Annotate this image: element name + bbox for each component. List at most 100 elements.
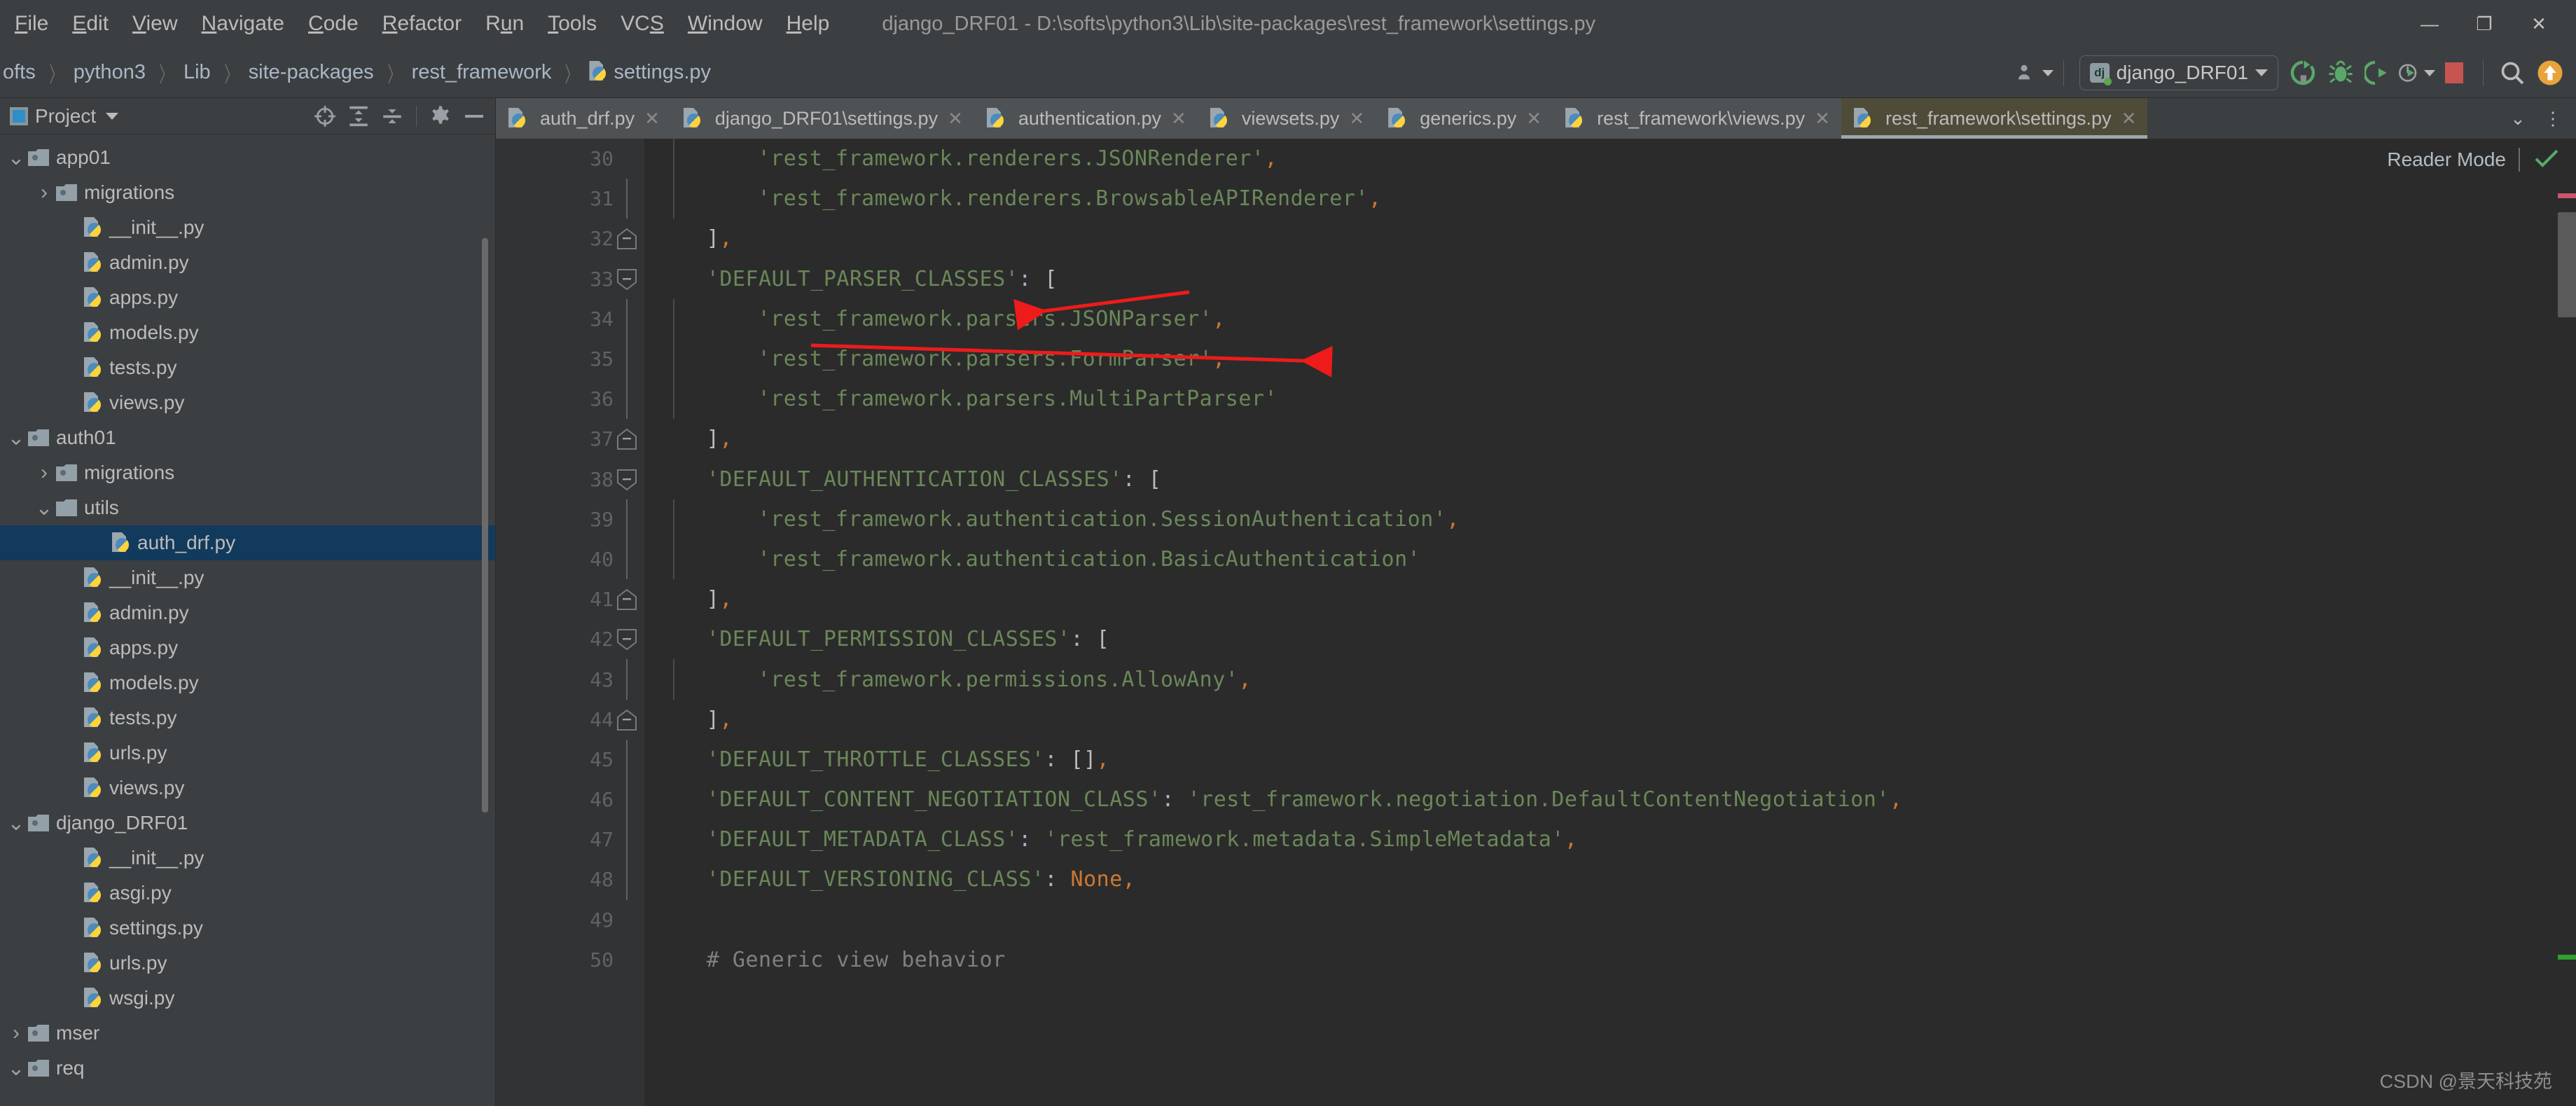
tree-item-mser[interactable]: › mser bbox=[0, 1016, 495, 1051]
fold-column[interactable] bbox=[614, 459, 644, 499]
fold-column[interactable] bbox=[614, 579, 644, 619]
breadcrumb-item-file[interactable]: settings.py bbox=[586, 61, 714, 84]
code-line[interactable]: 33 'DEFAULT_PARSER_CLASSES': [ bbox=[496, 259, 2576, 299]
chevron-right-icon[interactable]: › bbox=[32, 181, 56, 205]
fold-column[interactable] bbox=[614, 859, 644, 900]
tree-item-django-drf01[interactable]: ⌄ django_DRF01 bbox=[0, 806, 495, 841]
code-line[interactable]: 50 # Generic view behavior bbox=[496, 940, 2576, 980]
tree-item-urls-py[interactable]: urls.py bbox=[0, 946, 495, 981]
user-profile-icon[interactable] bbox=[2016, 48, 2054, 98]
run-configuration-selector[interactable]: dj django_DRF01 bbox=[2079, 55, 2278, 90]
tree-item-migrations[interactable]: › migrations bbox=[0, 175, 495, 210]
settings-gear-icon[interactable] bbox=[425, 101, 456, 132]
tree-item-admin-py[interactable]: admin.py bbox=[0, 595, 495, 630]
close-icon[interactable]: ✕ bbox=[948, 108, 963, 130]
breadcrumb-item-python3[interactable]: python3 bbox=[71, 61, 148, 84]
chevron-down-icon[interactable]: ⌄ bbox=[4, 426, 28, 450]
fold-end-icon[interactable] bbox=[616, 709, 637, 731]
fold-column[interactable] bbox=[614, 539, 644, 580]
menu-code[interactable]: Code bbox=[296, 0, 371, 48]
code-line[interactable]: 45 'DEFAULT_THROTTLE_CLASSES': [], bbox=[496, 739, 2576, 780]
editor-tab-generics-py[interactable]: generics.py ✕ bbox=[1376, 98, 1553, 139]
tree-item-views-py[interactable]: views.py bbox=[0, 770, 495, 806]
code-line[interactable]: 42 'DEFAULT_PERMISSION_CLASSES': [ bbox=[496, 619, 2576, 659]
tree-item-utils[interactable]: ⌄ utils bbox=[0, 490, 495, 525]
editor-tab-authentication-py[interactable]: authentication.py ✕ bbox=[974, 98, 1198, 139]
editor-tab-viewsets-py[interactable]: viewsets.py ✕ bbox=[1197, 98, 1376, 139]
menu-window[interactable]: Window bbox=[676, 0, 775, 48]
code-line[interactable]: 30 'rest_framework.renderers.JSONRenderer… bbox=[496, 139, 2576, 179]
tree-item-tests-py[interactable]: tests.py bbox=[0, 700, 495, 735]
tree-item---init---py[interactable]: __init__.py bbox=[0, 841, 495, 876]
fold-column[interactable] bbox=[614, 379, 644, 420]
fold-column[interactable] bbox=[614, 780, 644, 820]
code-line[interactable]: 44], bbox=[496, 700, 2576, 740]
tree-item-req[interactable]: ⌄ req bbox=[0, 1051, 495, 1086]
tree-item-auth-drf-py[interactable]: auth_drf.py bbox=[0, 525, 495, 560]
chevron-down-icon[interactable]: ⌄ bbox=[4, 1056, 28, 1081]
tree-item-app01[interactable]: ⌄ app01 bbox=[0, 140, 495, 175]
breadcrumb-item-lib[interactable]: Lib bbox=[181, 61, 214, 84]
tree-item-migrations[interactable]: › migrations bbox=[0, 455, 495, 490]
menu-run[interactable]: Run bbox=[473, 0, 536, 48]
close-icon[interactable]: ✕ bbox=[1815, 108, 1830, 130]
menu-vcs[interactable]: VCS bbox=[609, 0, 676, 48]
tree-item-urls-py[interactable]: urls.py bbox=[0, 735, 495, 770]
chevron-down-icon[interactable]: ⌄ bbox=[32, 496, 56, 520]
fold-column[interactable] bbox=[614, 739, 644, 780]
menu-file[interactable]: File bbox=[3, 0, 60, 48]
editor-tab-rest-framework-settings-py[interactable]: rest_framework\settings.py ✕ bbox=[1841, 98, 2148, 139]
fold-column[interactable] bbox=[614, 940, 644, 980]
fold-column[interactable] bbox=[614, 298, 644, 339]
code-line[interactable]: 34 'rest_framework.parsers.JSONParser', bbox=[496, 298, 2576, 339]
chevron-right-icon[interactable]: › bbox=[32, 461, 56, 485]
collapse-all-icon[interactable] bbox=[377, 101, 408, 132]
code-line[interactable]: 32], bbox=[496, 219, 2576, 258]
menu-refactor[interactable]: Refactor bbox=[371, 0, 473, 48]
fold-column[interactable] bbox=[614, 499, 644, 539]
menu-view[interactable]: View bbox=[120, 0, 189, 48]
breadcrumb-item-ofts[interactable]: ofts bbox=[0, 61, 39, 84]
locate-icon[interactable] bbox=[310, 101, 340, 132]
breadcrumb-item-site-packages[interactable]: site-packages bbox=[246, 61, 377, 84]
close-icon[interactable]: ✕ bbox=[2121, 108, 2137, 130]
tab-options-icon[interactable]: ⋮ bbox=[2537, 98, 2569, 139]
tree-item-apps-py[interactable]: apps.py bbox=[0, 630, 495, 665]
fold-column[interactable] bbox=[614, 419, 644, 459]
code-line[interactable]: 49 bbox=[496, 900, 2576, 940]
updates-available-icon[interactable] bbox=[2531, 48, 2569, 98]
menu-navigate[interactable]: Navigate bbox=[190, 0, 296, 48]
fold-column[interactable] bbox=[614, 179, 644, 219]
code-line[interactable]: 46 'DEFAULT_CONTENT_NEGOTIATION_CLASS': '… bbox=[496, 780, 2576, 820]
fold-end-icon[interactable] bbox=[616, 588, 637, 611]
tree-item-asgi-py[interactable]: asgi.py bbox=[0, 876, 495, 911]
reader-mode-check-icon[interactable] bbox=[2533, 144, 2561, 176]
tree-item-tests-py[interactable]: tests.py bbox=[0, 350, 495, 385]
menu-help[interactable]: Help bbox=[775, 0, 842, 48]
close-button[interactable]: ✕ bbox=[2512, 0, 2566, 48]
fold-column[interactable] bbox=[614, 338, 644, 380]
profiler-icon[interactable] bbox=[2397, 48, 2435, 98]
fold-start-icon[interactable] bbox=[616, 628, 637, 651]
fold-column[interactable] bbox=[614, 820, 644, 860]
tree-item-views-py[interactable]: views.py bbox=[0, 385, 495, 420]
close-icon[interactable]: ✕ bbox=[1349, 108, 1364, 130]
code-line[interactable]: 31 'rest_framework.renderers.BrowsableAPI… bbox=[496, 179, 2576, 219]
tab-overflow-icon[interactable]: ⌄ bbox=[2502, 98, 2534, 139]
fold-end-icon[interactable] bbox=[616, 228, 637, 250]
tree-item-wsgi-py[interactable]: wsgi.py bbox=[0, 981, 495, 1016]
breadcrumb-item-rest-framework[interactable]: rest_framework bbox=[409, 61, 555, 84]
code-line[interactable]: 36 'rest_framework.parsers.MultiPartParse… bbox=[496, 379, 2576, 420]
tree-item-settings-py[interactable]: settings.py bbox=[0, 911, 495, 946]
fold-start-icon[interactable] bbox=[616, 268, 637, 291]
menu-tools[interactable]: Tools bbox=[536, 0, 609, 48]
code-line[interactable]: 43 'rest_framework.permissions.AllowAny', bbox=[496, 659, 2576, 700]
maximize-button[interactable]: ❐ bbox=[2457, 0, 2512, 48]
fold-end-icon[interactable] bbox=[616, 428, 637, 450]
code-line[interactable]: 35 'rest_framework.parsers.FormParser', bbox=[496, 338, 2576, 380]
code-line[interactable]: 48 'DEFAULT_VERSIONING_CLASS': None, bbox=[496, 859, 2576, 900]
chevron-down-icon[interactable]: ⌄ bbox=[4, 811, 28, 836]
code-line[interactable]: 40 'rest_framework.authentication.BasicAu… bbox=[496, 539, 2576, 580]
expand-all-icon[interactable] bbox=[343, 101, 374, 132]
code-line[interactable]: 39 'rest_framework.authentication.Session… bbox=[496, 499, 2576, 539]
